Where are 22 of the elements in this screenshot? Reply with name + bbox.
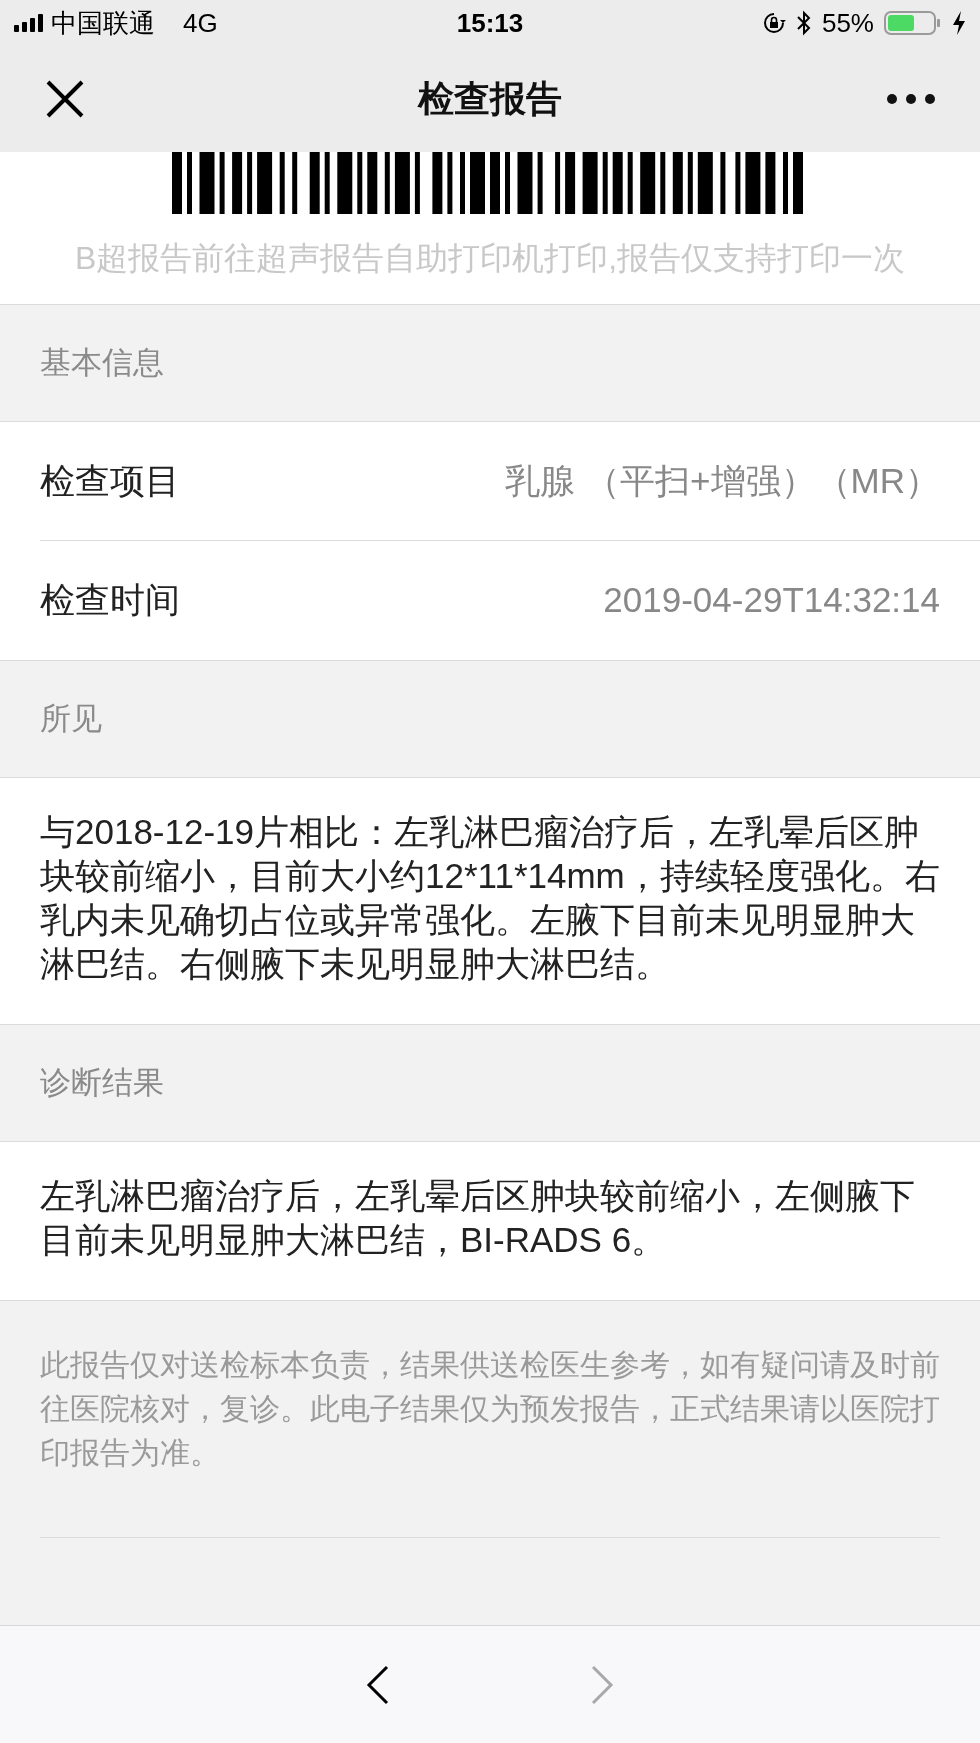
rotation-lock-icon — [761, 11, 786, 35]
bluetooth-icon — [795, 10, 812, 36]
more-button[interactable] — [886, 93, 936, 105]
field-label: 检查项目 — [40, 459, 180, 502]
field-value: 乳腺 （平扫+增强）（MR） — [505, 459, 940, 502]
carrier-name: 中国联通 — [51, 6, 155, 40]
clock-time: 15:13 — [456, 6, 524, 40]
section-header: 所见 — [40, 699, 102, 738]
section-header: 基本信息 — [40, 343, 164, 382]
close-button[interactable] — [44, 78, 86, 120]
network-type: 4G — [183, 6, 218, 40]
field-value: 2019-04-29T14:32:14 — [603, 579, 940, 622]
battery-icon — [884, 10, 942, 36]
charging-bolt-icon — [952, 10, 966, 36]
field-label: 检查时间 — [40, 579, 180, 622]
page-title: 检查报告 — [418, 77, 562, 121]
report-text: 与2018-12-19片相比：左乳淋巴瘤治疗后，左乳晕后区肿块较前缩小，目前大小约12*11*14mm，持续轻度强化。右乳内未见确切占位或异常强化。左腋下目前未见明显肿大淋巴结。右侧腋下未见明显肿大淋巴结。 — [40, 811, 940, 985]
section-header: 诊断结果 — [40, 1063, 164, 1102]
battery-percent: 55% — [821, 6, 874, 40]
signal-icon — [14, 14, 43, 32]
disclaimer-text: 此报告仅对送检标本负责，结果供送检医生参考，如有疑问请及时前往医院核对，复诊。此电子结果仅为预发报告，正式结果请以医院打印报告为准。 — [40, 1347, 940, 1471]
report-text: 左乳淋巴瘤治疗后，左乳晕后区肿块较前缩小，左侧腋下目前未见明显肿大淋巴结，BI-RADS 6。 — [40, 1175, 916, 1261]
